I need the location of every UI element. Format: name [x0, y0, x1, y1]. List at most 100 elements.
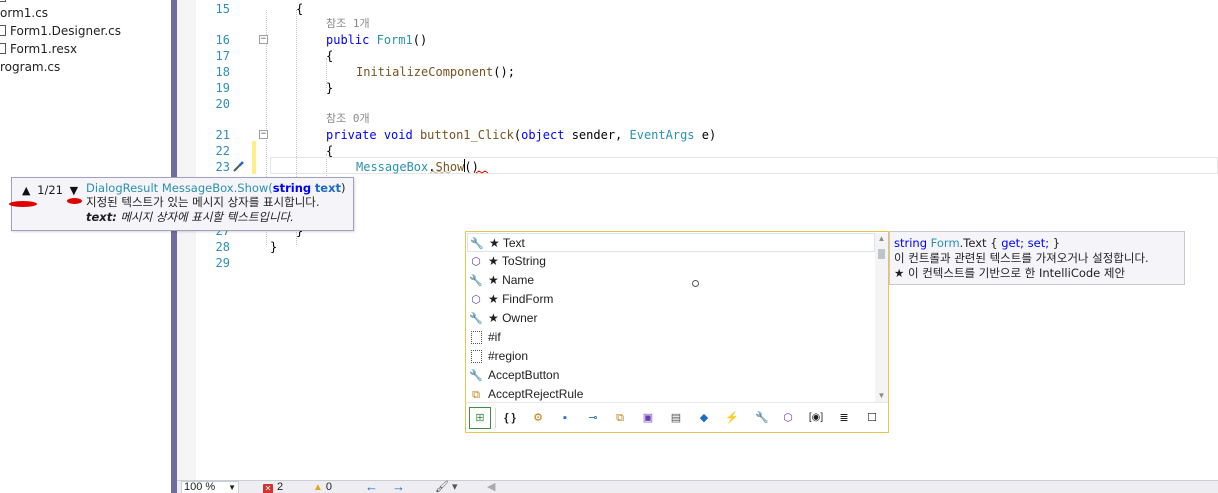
completion-item[interactable]: 🔧 ★ Owner [467, 309, 875, 328]
method-cube-icon: ⬡ [471, 294, 481, 306]
intellicode-note: ★ 이 컨텍스트를 기반으로 한 IntelliCode 제안 [894, 266, 1126, 280]
code-line-21: private void button1_Click(object sender… [326, 128, 717, 142]
method-filter-icon[interactable]: ⬡ [778, 408, 798, 428]
code-line-15: { [296, 2, 304, 16]
quick-actions-icon[interactable] [232, 159, 246, 173]
red-annotation-mark [67, 198, 82, 204]
zoom-dropdown[interactable]: 100 % ▼ [181, 481, 239, 493]
intellisense-completion-list[interactable]: 🔧 ★ Text ⬡ ★ ToString 🔧 ★ Name ⬡ ★ FindF… [465, 231, 889, 433]
previous-overload-button[interactable]: ▲ [22, 183, 30, 199]
file-node-icon [0, 25, 6, 36]
event-filter-icon[interactable]: ⚡ [722, 408, 742, 428]
line-number: 17 [215, 49, 230, 63]
solution-item-label: Form1.resx [10, 42, 78, 56]
editor-left-margin [177, 0, 196, 480]
code-line-17: { [326, 49, 334, 63]
line-number: 23 [215, 160, 230, 174]
parameter-info-tooltip: ▲ 1/21 ▼ DialogResult MessageBox.Show(st… [11, 177, 354, 231]
codelens-references[interactable]: 참조 1개 [326, 17, 370, 31]
module-filter-icon[interactable]: ▤ [666, 408, 686, 428]
line-number: 16 [215, 33, 230, 47]
solution-item-label: orm1.cs [0, 6, 49, 20]
struct-filter-icon[interactable]: ▪ [555, 408, 575, 428]
overload-navigator: ▲ 1/21 ▼ [22, 182, 88, 198]
wrench-icon: 🔧 [469, 370, 483, 382]
line-number: 22 [215, 144, 230, 158]
event-icon: ⧉ [472, 389, 480, 401]
wrench-icon: 🔧 [469, 313, 483, 325]
quick-info-description: 이 컨트롤과 관련된 텍스트를 가져오거나 설정합니다. [894, 251, 1149, 265]
code-cleanup-button[interactable]: 🖌 ▾ [435, 481, 458, 493]
solution-item-label: rogram.cs [0, 60, 61, 74]
method-description: 지정된 텍스트가 있는 메시지 상자를 표시합니다. [86, 195, 320, 209]
code-line-28: } [270, 240, 278, 254]
error-count[interactable]: ✕ 2 [263, 481, 283, 493]
quick-info-signature: string Form.Text { get; set; } [894, 236, 1061, 250]
completion-item[interactable]: ⬡ ★ FindForm [467, 290, 875, 309]
local-filter-icon[interactable]: [◉] [806, 408, 826, 428]
solution-item-form1-designer[interactable]: Form1.Designer.cs [0, 22, 121, 40]
editor-status-bar: 100 % ▼ ✕ 2 ▲ 0 ← → 🖌 ▾ ◀ [177, 480, 1218, 493]
solution-item-program-cs[interactable]: rogram.cs [0, 58, 60, 76]
method-cube-icon: ⬡ [471, 256, 481, 268]
mouse-cursor-indicator [692, 280, 699, 287]
line-number: 15 [215, 2, 230, 16]
completion-filter-bar: ⊞ { } ⚙ ▪ ⊸ ⧉ ▣ ▤ ◆ ⚡ 🔧 ⬡ [◉] ≣ ☐ [466, 402, 888, 432]
line-number: 18 [215, 65, 230, 79]
completion-item[interactable]: #if [467, 328, 875, 347]
line-number: 28 [215, 240, 230, 254]
snippet-icon [471, 331, 482, 344]
change-indicator-bar [252, 141, 256, 174]
overload-counter: 1/21 [37, 183, 63, 197]
completion-item[interactable]: 🔧 ★ Name [467, 271, 875, 290]
error-squiggle [430, 170, 488, 174]
scroll-thumb[interactable] [878, 249, 885, 259]
delegate-filter-icon[interactable]: ▣ [638, 408, 658, 428]
snippet-icon [471, 350, 482, 363]
class-filter-icon[interactable]: ⚙ [528, 408, 548, 428]
filter-separator [495, 408, 496, 428]
expand-filter-button[interactable]: ⊞ [469, 407, 491, 429]
snippet-filter-icon[interactable]: ☐ [862, 408, 882, 428]
completion-quick-info: string Form.Text { get; set; } 이 컨트롤과 관련… [889, 231, 1185, 285]
completion-item[interactable]: ⬡ ★ ToString [467, 252, 875, 271]
line-number: 29 [215, 256, 230, 270]
codelens-references[interactable]: 참조 0개 [326, 112, 370, 126]
method-signature: DialogResult MessageBox.Show(string text… [86, 181, 346, 195]
code-line-18: InitializeComponent(); [356, 65, 515, 79]
completion-item[interactable]: #region [467, 347, 875, 366]
solution-item-form1-cs[interactable]: orm1.cs [0, 4, 48, 22]
code-line-19: } [326, 81, 334, 95]
navigate-forward-button[interactable]: → [392, 480, 405, 493]
next-overload-button[interactable]: ▼ [70, 183, 78, 199]
code-line-22: { [326, 144, 334, 158]
line-number: 21 [215, 128, 230, 142]
chevron-down-icon: ▼ [228, 483, 236, 492]
enum-filter-icon[interactable]: ⧉ [610, 408, 630, 428]
collapse-toggle[interactable]: − [259, 130, 268, 139]
namespace-filter-icon[interactable]: { } [500, 408, 520, 428]
keyword-filter-icon[interactable]: ≣ [834, 408, 854, 428]
navigate-backward-button[interactable]: ← [365, 480, 378, 493]
property-filter-icon[interactable]: 🔧 [752, 408, 772, 428]
constant-filter-icon[interactable]: ◆ [694, 408, 714, 428]
red-annotation-mark [9, 201, 37, 207]
scroll-up-arrow[interactable]: ▲ [875, 233, 888, 245]
line-number: 20 [215, 97, 230, 111]
completion-scrollbar[interactable]: ▲ ▼ [875, 233, 888, 402]
interface-filter-icon[interactable]: ⊸ [583, 408, 603, 428]
wrench-icon: 🔧 [470, 238, 484, 250]
parameter-description: text: 메시지 상자에 표시할 텍스트입니다. [86, 210, 294, 224]
line-number: 19 [215, 81, 230, 95]
solution-item-label: Form1.Designer.cs [10, 24, 121, 38]
file-node-icon [0, 0, 6, 2]
completion-item[interactable]: 🔧 AcceptButton [467, 366, 875, 385]
completion-item[interactable]: 🔧 ★ Text [467, 233, 875, 252]
scroll-down-arrow[interactable]: ▼ [875, 390, 888, 402]
error-icon: ✕ [263, 484, 273, 493]
solution-item-form1-resx[interactable]: Form1.resx [0, 40, 77, 58]
warning-count[interactable]: ▲ 0 [313, 481, 332, 493]
collapse-toggle[interactable]: − [259, 35, 268, 44]
wrench-icon: 🔧 [469, 275, 483, 287]
scroll-left-arrow[interactable]: ◀ [487, 481, 495, 493]
